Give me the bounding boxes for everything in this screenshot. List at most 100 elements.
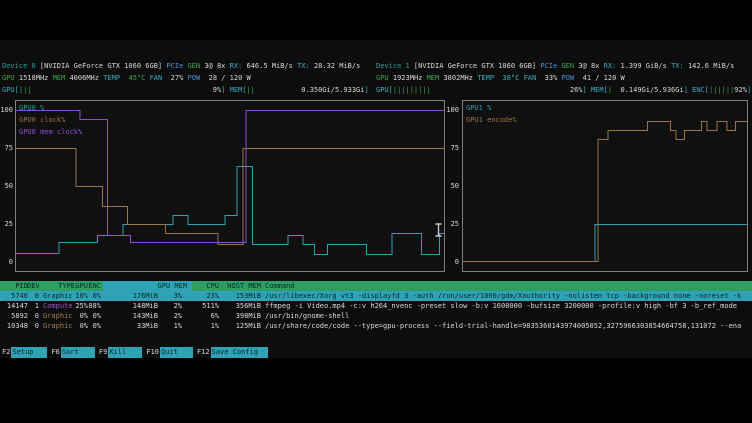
gpu0-history-chart: GPU0 %GPU0 clock%GPU0 mem clock%: [15, 100, 445, 272]
fkey-key-label: F10: [145, 347, 160, 358]
text-segment: TEMP: [477, 74, 494, 82]
device-1-stats-line: GPU 1923MHz MEM 3802MHz TEMP 38°C FAN 33…: [376, 73, 625, 83]
cell-mem: 143MiB: [130, 311, 158, 321]
text-segment: GEN: [187, 62, 200, 70]
text-segment: Device 0: [2, 62, 36, 70]
device-1-bars-line: GPU[||||||||| 26%] MEM[| 0.149Gi/5.936Gi…: [376, 85, 751, 95]
process-row-5892[interactable]: 58920Graphic0%0%143MiB2%6%398MiB/usr/bin…: [0, 311, 752, 321]
cell-mem_pct: 2%: [166, 301, 182, 311]
cell-pid: 5892: [2, 311, 28, 321]
cell-dev: 1: [27, 301, 39, 311]
text-segment: GPU: [376, 74, 389, 82]
y-tick-label: 75: [446, 143, 459, 153]
y-tick-label: 100: [446, 105, 459, 115]
y-tick-label: 75: [0, 143, 13, 153]
text-segment: 1923MHz: [389, 74, 427, 82]
text-segment: [NVIDIA GeForce GTX 1060 6GB]: [36, 62, 167, 70]
fkey-sort[interactable]: F6Sort: [50, 347, 94, 358]
process-row-5746[interactable]: 57460Graphic10%0%176MiB3%23%153MiB/usr/l…: [0, 291, 752, 301]
text-segment: 38°C: [502, 74, 519, 82]
column-header-cpu: CPU: [190, 281, 219, 291]
text-segment: 646.5 MiB/s: [242, 62, 297, 70]
legend-gpu0-clock-: GPU0 clock%: [19, 115, 82, 127]
process-table-header: PIDDEVTYPEGPUENCGPU MEMCPUHOST MEMComman…: [0, 281, 752, 291]
column-header-enc: ENC: [88, 281, 101, 291]
text-segment: PCIe: [540, 62, 557, 70]
cell-pid: 10348: [2, 321, 28, 331]
text-segment: 3802MHz: [439, 74, 477, 82]
cell-command: /usr/bin/gnome-shell: [265, 311, 751, 321]
cell-command: ffmpeg -i Video.mp4 -c:v h264_nvenc -pre…: [265, 301, 751, 311]
column-header-gpu-mem: GPU MEM: [130, 281, 187, 291]
text-segment: 3@ 8x: [200, 62, 230, 70]
cell-cpu: 511%: [190, 301, 219, 311]
series-gpu1-encode-: [463, 122, 747, 262]
cell-host_mem: 398MiB: [223, 311, 261, 321]
text-segment: GPU: [2, 74, 15, 82]
mouse-cursor-ibeam: [434, 223, 443, 237]
text-segment: POW: [562, 74, 575, 82]
cell-cpu: 1%: [190, 321, 219, 331]
y-tick-label: 50: [0, 181, 13, 191]
process-row-14147[interactable]: 141471Compute25%88%148MiB2%511%356MiBffm…: [0, 301, 752, 311]
legend-gpu1-: GPU1 %: [466, 103, 517, 115]
text-segment: MEM[: [591, 86, 608, 94]
cell-host_mem: 153MiB: [223, 291, 261, 301]
chart-legend: GPU1 %GPU1 encode%: [466, 103, 517, 127]
function-key-bar: F2SetupF6Sort F9KillF10QuitF12Save Config: [1, 347, 268, 358]
nvtop-terminal: Device 0 [NVIDIA GeForce GTX 1060 6GB] P…: [0, 40, 752, 358]
cell-host_mem: 125MiB: [223, 321, 261, 331]
text-segment: 1.399 GiB/s: [616, 62, 671, 70]
fkey-action-label: Quit: [160, 347, 193, 358]
y-tick-label: 25: [0, 219, 13, 229]
fkey-action-label: Setup: [11, 347, 47, 358]
text-segment: 28 / 120 W: [200, 74, 251, 82]
fkey-action-label: Kill: [108, 347, 142, 358]
text-segment: RX:: [230, 62, 243, 70]
y-tick-label: 100: [0, 105, 13, 115]
gpu1-history-chart: GPU1 %GPU1 encode%: [462, 100, 748, 272]
text-segment: |||||||||: [393, 86, 431, 94]
text-segment: ]: [364, 86, 368, 94]
y-tick-label: 25: [446, 219, 459, 229]
text-segment: 0.149Gi/5.936Gi: [612, 86, 684, 94]
fkey-key-label: F12: [196, 347, 211, 358]
column-header-dev: DEV: [27, 281, 39, 291]
text-segment: 0.350Gi/5.933Gi: [255, 86, 365, 94]
text-segment: TX:: [671, 62, 684, 70]
cell-pid: 14147: [2, 301, 28, 311]
text-segment: Device 1: [376, 62, 410, 70]
cell-cpu: 6%: [190, 311, 219, 321]
fkey-kill[interactable]: F9Kill: [98, 347, 142, 358]
text-segment: 28.32 MiB/s: [310, 62, 361, 70]
column-header-command: Command: [265, 281, 751, 291]
text-segment: 27%: [162, 74, 187, 82]
fkey-setup[interactable]: F2Setup: [1, 347, 47, 358]
column-header-host-mem: HOST MEM: [223, 281, 261, 291]
text-segment: 142.6 MiB/s: [684, 62, 735, 70]
cell-host_mem: 356MiB: [223, 301, 261, 311]
text-segment: [NVIDIA GeForce GTX 1060 6GB]: [410, 62, 541, 70]
fkey-save-config[interactable]: F12Save Config: [196, 347, 268, 358]
cell-mem: 176MiB: [130, 291, 158, 301]
text-segment: 3@ 8x: [574, 62, 604, 70]
fkey-quit[interactable]: F10Quit: [145, 347, 193, 358]
cell-dev: 0: [27, 321, 39, 331]
cell-mem_pct: 1%: [166, 321, 182, 331]
text-segment: FAN: [524, 74, 537, 82]
process-row-10348[interactable]: 103480Graphic0%0%33MiB1%1%125MiB/usr/sha…: [0, 321, 752, 331]
fkey-key-label: F2: [1, 347, 11, 358]
text-segment: 92%: [734, 86, 747, 94]
text-segment: MEM[: [230, 86, 247, 94]
text-segment: FAN: [150, 74, 163, 82]
chart-legend: GPU0 %GPU0 clock%GPU0 mem clock%: [19, 103, 82, 139]
text-segment: 4006MHz: [65, 74, 103, 82]
cell-pid: 5746: [2, 291, 28, 301]
text-segment: 33%: [536, 74, 561, 82]
text-segment: ||: [246, 86, 254, 94]
cell-command: /usr/share/code/code --type=gpu-process …: [265, 321, 751, 331]
text-segment: POW: [188, 74, 201, 82]
y-tick-label: 0: [0, 257, 13, 267]
text-segment: GPU[: [376, 86, 393, 94]
fkey-key-label: F9: [98, 347, 108, 358]
